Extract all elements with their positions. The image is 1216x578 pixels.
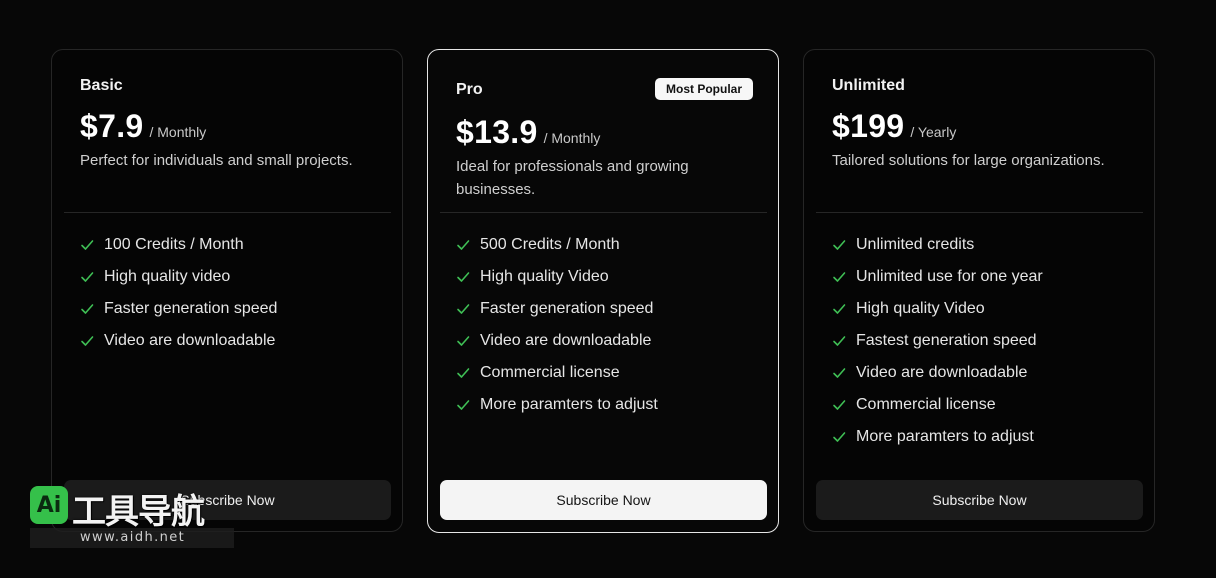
- feature-label: Faster generation speed: [104, 300, 278, 317]
- feature-item: 500 Credits / Month: [456, 229, 658, 261]
- plan-description: Ideal for professionals and growing busi…: [456, 158, 689, 198]
- check-icon: [457, 304, 470, 314]
- feature-label: High quality video: [104, 268, 231, 285]
- plan-name: Pro: [456, 81, 483, 98]
- plan-price: $199: [832, 108, 905, 144]
- feature-item: Faster generation speed: [456, 293, 658, 325]
- feature-item: Commercial license: [456, 357, 658, 389]
- plan-description: Tailored solutions for large organizatio…: [832, 152, 1105, 169]
- watermark-url: www.aidh.net: [30, 528, 234, 548]
- check-icon: [457, 336, 470, 346]
- feature-label: Commercial license: [480, 364, 620, 381]
- check-icon: [81, 304, 94, 314]
- plan-name: Basic: [80, 77, 123, 94]
- plan-name: Unlimited: [832, 77, 905, 94]
- divider: [440, 212, 767, 213]
- divider: [64, 212, 391, 213]
- feature-item: More paramters to adjust: [832, 421, 1043, 453]
- watermark: Ai 工具导航 www.aidh.net: [30, 484, 234, 548]
- feature-label: Unlimited credits: [856, 236, 975, 253]
- feature-list: 100 Credits / Month High quality video Fas…: [80, 229, 277, 357]
- check-icon: [833, 400, 846, 410]
- plan-price: $7.9: [80, 108, 144, 144]
- plan-period: / Yearly: [910, 124, 957, 140]
- feature-label: Commercial license: [856, 396, 996, 413]
- feature-label: Faster generation speed: [480, 300, 654, 317]
- plan-card-basic: Basic $7.9 / Monthly Perfect for individ…: [51, 49, 403, 532]
- check-icon: [833, 336, 846, 346]
- check-icon: [81, 336, 94, 346]
- check-icon: [457, 272, 470, 282]
- feature-list: Unlimited credits Unlimited use for one y…: [832, 229, 1043, 453]
- feature-label: High quality Video: [856, 300, 985, 317]
- feature-item: Video are downloadable: [456, 325, 658, 357]
- check-icon: [81, 272, 94, 282]
- check-icon: [457, 368, 470, 378]
- most-popular-badge: Most Popular: [655, 78, 754, 100]
- feature-item: Video are downloadable: [832, 357, 1043, 389]
- check-icon: [457, 240, 470, 250]
- feature-item: Commercial license: [832, 389, 1043, 421]
- divider: [816, 212, 1143, 213]
- feature-label: 500 Credits / Month: [480, 236, 620, 253]
- check-icon: [833, 432, 846, 442]
- feature-label: More paramters to adjust: [856, 428, 1034, 445]
- feature-item: Fastest generation speed: [832, 325, 1043, 357]
- plan-period: / Monthly: [149, 124, 207, 140]
- feature-label: Fastest generation speed: [856, 332, 1037, 349]
- plan-price: $13.9: [456, 114, 538, 150]
- feature-label: Unlimited use for one year: [856, 268, 1043, 285]
- check-icon: [833, 272, 846, 282]
- check-icon: [833, 368, 846, 378]
- check-icon: [833, 304, 846, 314]
- watermark-logo: Ai: [30, 486, 68, 524]
- feature-item: 100 Credits / Month: [80, 229, 277, 261]
- feature-item: Unlimited credits: [832, 229, 1043, 261]
- check-icon: [833, 240, 846, 250]
- check-icon: [457, 400, 470, 410]
- feature-list: 500 Credits / Month High quality Video Fas…: [456, 229, 658, 421]
- feature-item: Video are downloadable: [80, 325, 277, 357]
- plan-card-pro: Pro Most Popular $13.9 / Monthly Ideal f…: [427, 49, 779, 533]
- feature-item: Faster generation speed: [80, 293, 277, 325]
- plan-description: Perfect for individuals and small projec…: [80, 152, 353, 169]
- feature-item: More paramters to adjust: [456, 389, 658, 421]
- watermark-title: 工具导航: [72, 492, 205, 532]
- feature-label: More paramters to adjust: [480, 396, 658, 413]
- feature-item: High quality Video: [832, 293, 1043, 325]
- feature-label: Video are downloadable: [856, 364, 1028, 381]
- feature-item: High quality Video: [456, 261, 658, 293]
- feature-label: Video are downloadable: [480, 332, 652, 349]
- subscribe-button[interactable]: Subscribe Now: [440, 480, 767, 520]
- feature-label: High quality Video: [480, 268, 609, 285]
- price-row: $7.9 / Monthly: [80, 108, 206, 145]
- price-row: $13.9 / Monthly: [456, 114, 600, 151]
- feature-label: 100 Credits / Month: [104, 236, 244, 253]
- feature-item: High quality video: [80, 261, 277, 293]
- subscribe-button[interactable]: Subscribe Now: [816, 480, 1143, 520]
- feature-label: Video are downloadable: [104, 332, 276, 349]
- plan-period: / Monthly: [543, 130, 601, 146]
- feature-item: Unlimited use for one year: [832, 261, 1043, 293]
- plan-card-unlimited: Unlimited $199 / Yearly Tailored solutio…: [803, 49, 1155, 532]
- check-icon: [81, 240, 94, 250]
- price-row: $199 / Yearly: [832, 108, 956, 145]
